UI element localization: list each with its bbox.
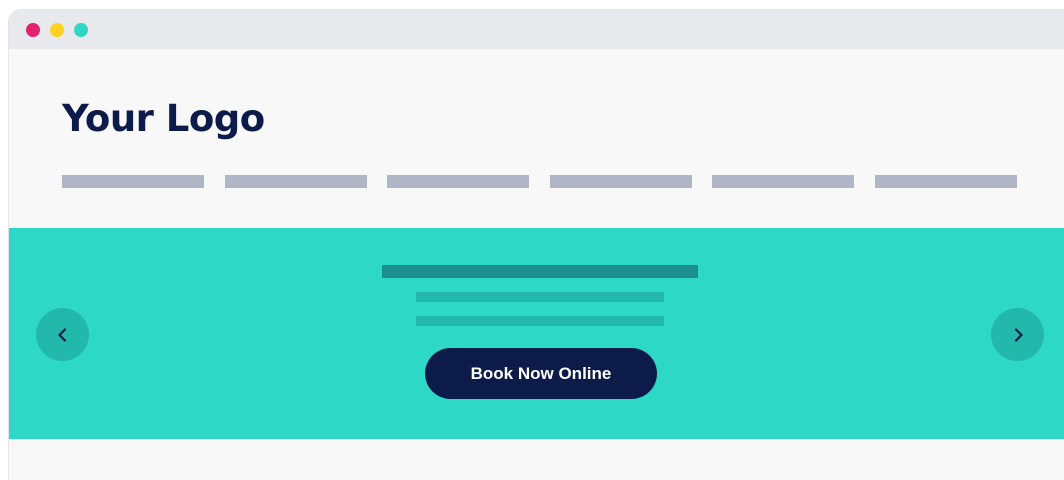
carousel-next-button[interactable] (991, 308, 1044, 361)
hero-heading-placeholder (382, 265, 698, 278)
hero-banner: Book Now Online (9, 228, 1064, 439)
window-titlebar (9, 10, 1064, 49)
hero-subtext-placeholder (416, 292, 664, 302)
nav-item-placeholder[interactable] (550, 175, 692, 188)
maximize-window-button[interactable] (74, 23, 88, 37)
nav-item-placeholder[interactable] (225, 175, 367, 188)
nav-item-placeholder[interactable] (712, 175, 854, 188)
page-content-area (9, 439, 1064, 480)
browser-window: Your Logo Book Now Online (9, 10, 1064, 480)
nav-item-placeholder[interactable] (62, 175, 204, 188)
minimize-window-button[interactable] (50, 23, 64, 37)
site-logo[interactable]: Your Logo (62, 100, 265, 137)
site-header: Your Logo (9, 49, 1064, 228)
chevron-left-icon (57, 327, 66, 342)
nav-item-placeholder[interactable] (875, 175, 1017, 188)
close-window-button[interactable] (26, 23, 40, 37)
chevron-right-icon (1014, 327, 1023, 342)
nav-item-placeholder[interactable] (387, 175, 529, 188)
carousel-prev-button[interactable] (36, 308, 89, 361)
book-now-button[interactable]: Book Now Online (425, 348, 657, 399)
hero-subtext-placeholder (416, 316, 664, 326)
